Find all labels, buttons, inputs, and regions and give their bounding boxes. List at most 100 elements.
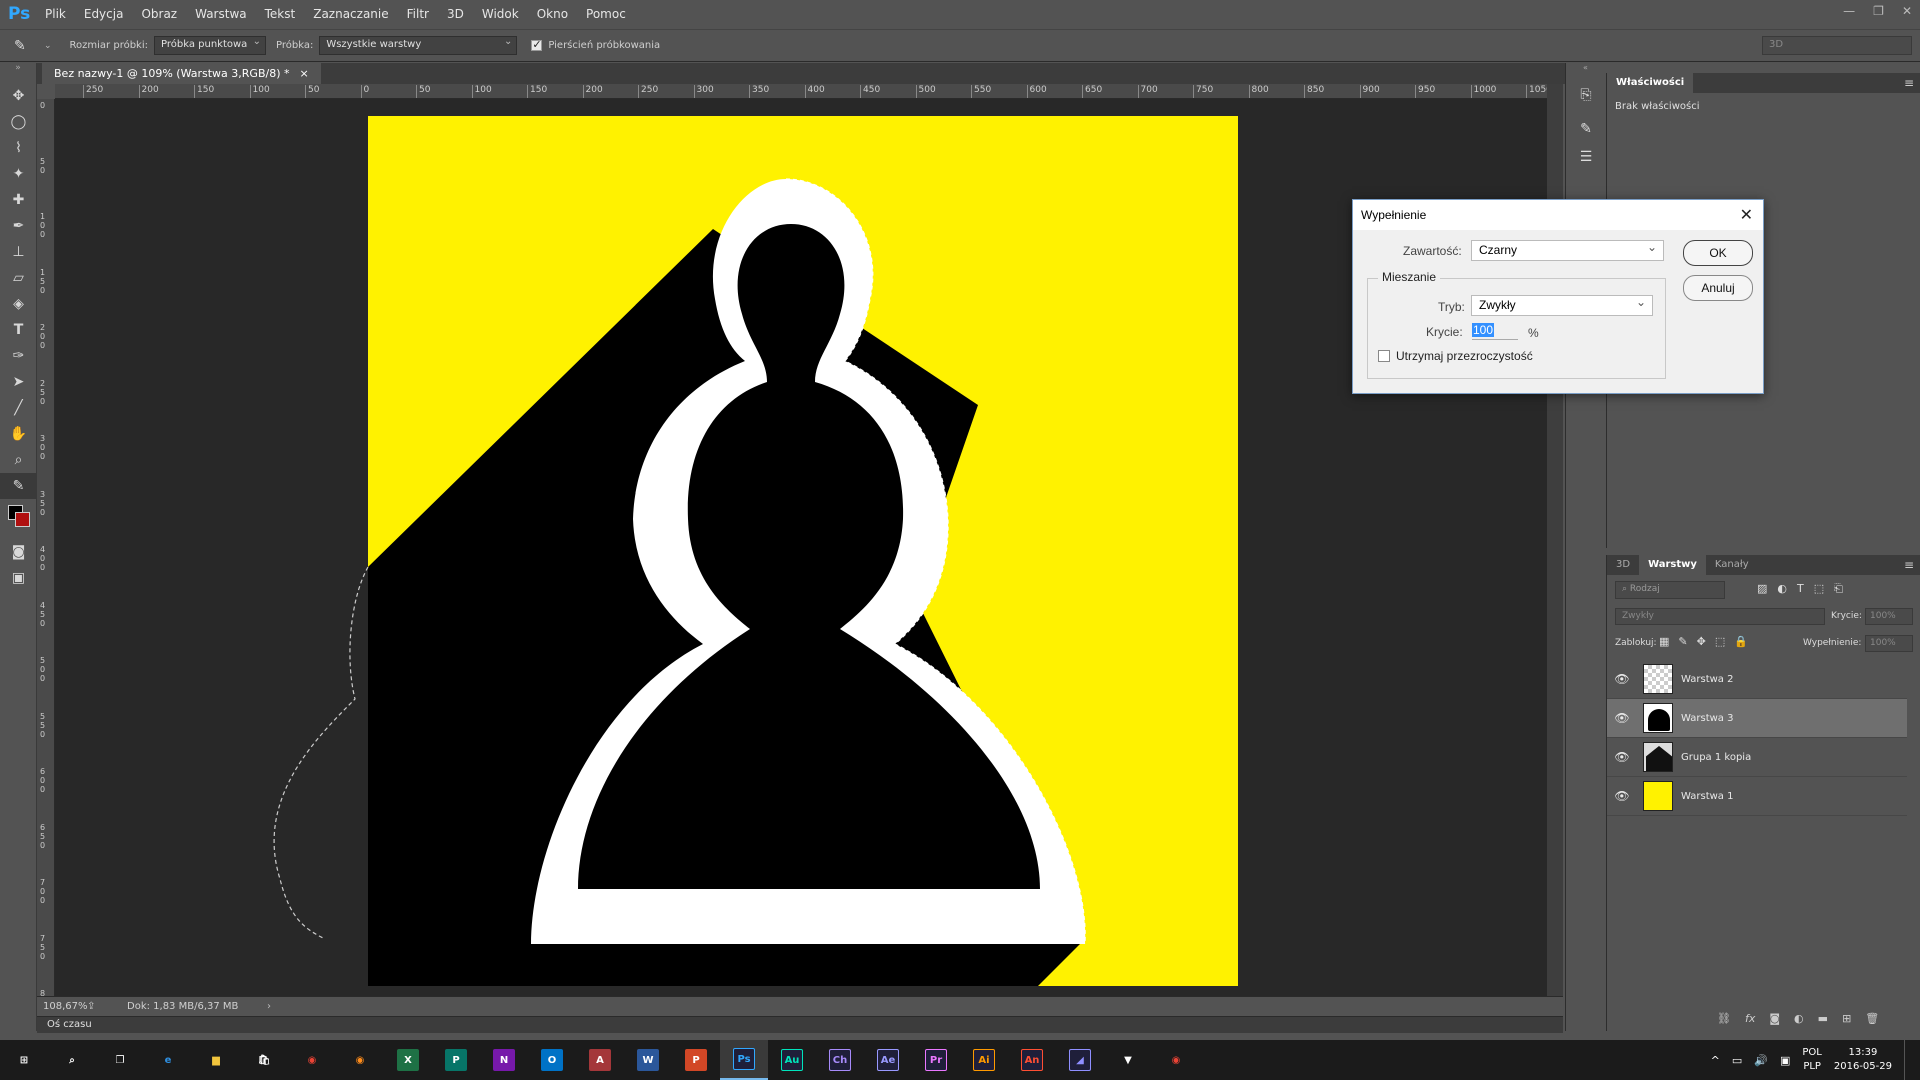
cancel-button[interactable]: Anuluj <box>1683 275 1753 301</box>
blend-mode-select[interactable]: Zwykły <box>1615 608 1825 625</box>
layer-row[interactable]: 👁 Warstwa 1 <box>1607 777 1907 816</box>
volume-icon[interactable]: 🔊 <box>1754 1054 1768 1067</box>
menu-tekst[interactable]: Tekst <box>256 7 305 21</box>
zoom-tool-icon[interactable]: ⌕ <box>0 447 37 473</box>
menu-pomoc[interactable]: Pomoc <box>577 7 635 21</box>
word-taskbar-icon[interactable]: W <box>624 1040 672 1080</box>
filter-adjustment-icon[interactable]: ◐ <box>1777 582 1787 596</box>
zoom-level[interactable]: 108,67% <box>37 1001 88 1012</box>
properties-menu-icon[interactable]: ≡ <box>1904 76 1914 90</box>
illustrator-taskbar-icon[interactable]: Ai <box>960 1040 1008 1080</box>
menu-3d[interactable]: 3D <box>438 7 473 21</box>
powerpoint-taskbar-icon[interactable]: P <box>672 1040 720 1080</box>
filter-pixel-icon[interactable]: ▨ <box>1757 582 1767 596</box>
dialog-close-icon[interactable]: ✕ <box>1740 205 1753 225</box>
link-icon[interactable]: ⛓ <box>1717 1012 1731 1025</box>
mode-select[interactable]: Zwykły <box>1471 295 1653 316</box>
clock[interactable]: 13:39 2016-05-29 <box>1834 1046 1892 1074</box>
network-icon[interactable]: ▣ <box>1780 1054 1790 1067</box>
hand-tool-icon[interactable]: ✋ <box>0 421 37 447</box>
after-effects-taskbar-icon[interactable]: Ae <box>864 1040 912 1080</box>
store-taskbar-icon[interactable]: 🛍 <box>240 1040 288 1080</box>
status-arrow-icon[interactable]: › <box>267 1001 271 1012</box>
layer-opacity-input[interactable]: 100% <box>1865 608 1913 625</box>
layer-name[interactable]: Grupa 1 kopia <box>1681 752 1751 763</box>
access-taskbar-icon[interactable]: A <box>576 1040 624 1080</box>
restore-button[interactable]: ❐ <box>1873 4 1884 18</box>
content-select[interactable]: Czarny <box>1471 240 1664 261</box>
firefox-taskbar-icon[interactable]: ◉ <box>336 1040 384 1080</box>
lock-position-icon[interactable]: ✥ <box>1697 635 1706 648</box>
folder-icon[interactable]: ▬ <box>1818 1012 1828 1025</box>
dock-collapse-icon[interactable]: « <box>1566 63 1605 75</box>
eyedropper-icon[interactable]: ✎ <box>14 38 44 54</box>
brush-tool-icon[interactable]: ✒ <box>0 213 37 239</box>
visibility-eye-icon[interactable]: 👁 <box>1607 789 1637 803</box>
adjustments-panel-icon[interactable]: ☰ <box>1566 143 1606 171</box>
menu-obraz[interactable]: Obraz <box>132 7 186 21</box>
filter-smart-icon[interactable]: ⎗ <box>1834 582 1843 596</box>
filter-type-icon[interactable]: T <box>1797 582 1804 596</box>
menu-widok[interactable]: Widok <box>473 7 528 21</box>
sample-size-select[interactable]: Próbka punktowa <box>154 36 266 55</box>
premiere-taskbar-icon[interactable]: Pr <box>912 1040 960 1080</box>
visibility-eye-icon[interactable]: 👁 <box>1607 750 1637 764</box>
layer-name[interactable]: Warstwa 1 <box>1681 791 1733 802</box>
canvas-area[interactable] <box>55 99 1547 996</box>
tool-preset-chevron-icon[interactable]: ⌄ <box>44 41 52 51</box>
layer-row[interactable]: 👁 Warstwa 2 <box>1607 660 1907 699</box>
sampling-ring-checkbox[interactable] <box>531 38 543 51</box>
menu-zaznaczanie[interactable]: Zaznaczanie <box>304 7 397 21</box>
history-panel-icon[interactable]: ⎘ <box>1566 81 1606 109</box>
filter-shape-icon[interactable]: ⬚ <box>1814 582 1824 596</box>
visibility-eye-icon[interactable]: 👁 <box>1607 711 1637 725</box>
fx-icon[interactable]: fx <box>1745 1012 1755 1025</box>
task-view-taskbar-icon[interactable]: ❐ <box>96 1040 144 1080</box>
background-color-swatch[interactable] <box>15 512 30 527</box>
dialog-opacity-field[interactable]: 100 <box>1472 323 1518 340</box>
dialog-opacity-input[interactable]: 100 <box>1472 323 1495 337</box>
visibility-eye-icon[interactable]: 👁 <box>1607 672 1637 686</box>
excel-taskbar-icon[interactable]: X <box>384 1040 432 1080</box>
spot-healing-tool-icon[interactable]: ✚ <box>0 187 37 213</box>
eyedropper-tool-icon[interactable]: ✎ <box>0 473 37 499</box>
tab-3d[interactable]: 3D <box>1607 555 1639 575</box>
outlook-taskbar-icon[interactable]: O <box>528 1040 576 1080</box>
chrome-taskbar-icon[interactable]: ◉ <box>288 1040 336 1080</box>
photoshop-taskbar-icon[interactable]: Ps <box>720 1040 768 1080</box>
lock-all-icon[interactable]: 🔒 <box>1734 635 1748 648</box>
lock-artboard-icon[interactable]: ⬚ <box>1715 635 1725 648</box>
menu-edycja[interactable]: Edycja <box>75 7 133 21</box>
tab-layers[interactable]: Warstwy <box>1639 555 1706 575</box>
show-desktop-button[interactable] <box>1904 1040 1910 1080</box>
menu-okno[interactable]: Okno <box>528 7 577 21</box>
menu-filtr[interactable]: Filtr <box>398 7 438 21</box>
edge-taskbar-icon[interactable]: e <box>144 1040 192 1080</box>
preserve-transparency-checkbox[interactable] <box>1378 350 1390 362</box>
minimize-button[interactable]: — <box>1843 4 1855 18</box>
marquee-tool-icon[interactable]: ◯ <box>0 109 37 135</box>
media-encoder-taskbar-icon[interactable]: ◢ <box>1056 1040 1104 1080</box>
battery-icon[interactable]: ▭ <box>1732 1054 1742 1067</box>
menu-plik[interactable]: Plik <box>36 7 75 21</box>
trash-icon[interactable]: 🗑 <box>1865 1012 1879 1025</box>
workspace-select[interactable]: 3D <box>1762 36 1912 55</box>
layer-row[interactable]: 👁 Warstwa 3 <box>1607 699 1907 738</box>
animate-taskbar-icon[interactable]: An <box>1008 1040 1056 1080</box>
lock-pixels-icon[interactable]: ✎ <box>1678 635 1687 648</box>
clone-stamp-tool-icon[interactable]: ⊥ <box>0 239 37 265</box>
publisher-taskbar-icon[interactable]: P <box>432 1040 480 1080</box>
start-taskbar-icon[interactable]: ⊞ <box>0 1040 48 1080</box>
explorer-taskbar-icon[interactable]: ▆ <box>192 1040 240 1080</box>
brush-panel-icon[interactable]: ✎ <box>1566 115 1606 143</box>
ok-button[interactable]: OK <box>1683 240 1753 266</box>
magic-wand-tool-icon[interactable]: ✦ <box>0 161 37 187</box>
mask-icon[interactable]: ◙ <box>1769 1012 1780 1025</box>
screen-mode-icon[interactable]: ▣ <box>0 565 37 591</box>
document-tab[interactable]: Bez nazwy-1 @ 109% (Warstwa 3,RGB/8) * × <box>42 63 321 84</box>
layer-row[interactable]: 👁 Grupa 1 kopia <box>1607 738 1907 777</box>
search-taskbar-icon[interactable]: ⌕ <box>48 1040 96 1080</box>
document-tab-close-icon[interactable]: × <box>300 67 309 80</box>
tab-properties[interactable]: Właściwości <box>1607 73 1694 93</box>
sample-select[interactable]: Wszystkie warstwy <box>319 36 518 55</box>
